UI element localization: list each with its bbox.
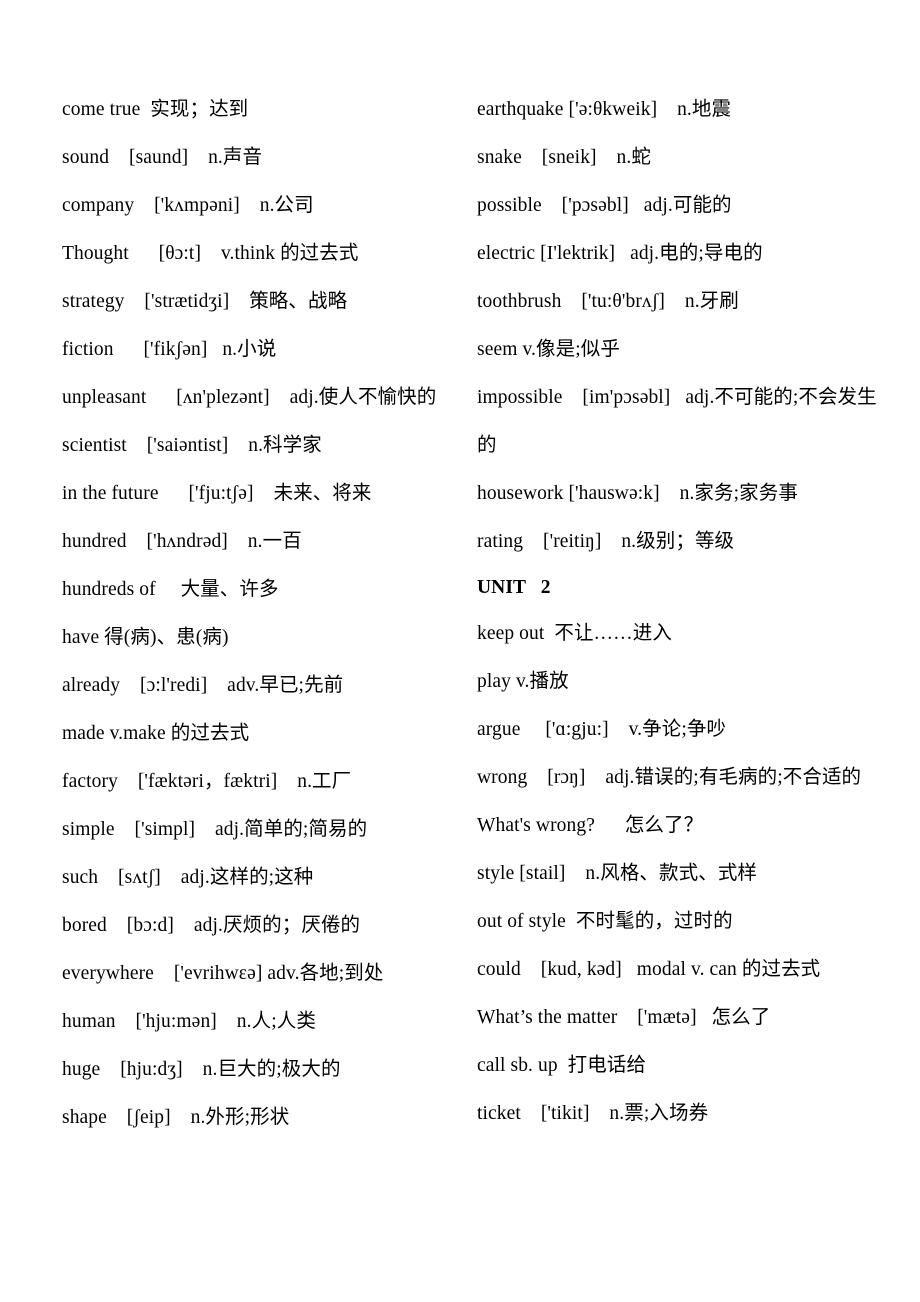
vocabulary-entry: bored [bɔ:d] adj.厌烦的；厌倦的: [62, 915, 361, 936]
vocabulary-entry: shape [ʃeip] n.外形;形状: [62, 1107, 290, 1128]
vocabulary-entry: everywhere ['evrihwɛə] adv.各地;到处: [62, 963, 384, 984]
vocabulary-entry: impossible [im'pɔsəbl] adj.不可能的;不会发生的: [477, 387, 877, 456]
vocabulary-entry: company ['kʌmpəni] n.公司: [62, 195, 314, 216]
two-column-layout: come true 实现；达到 sound [saund] n.声音 compa…: [62, 86, 896, 1142]
vocabulary-entry: simple ['simpl] adj.简单的;简易的: [62, 819, 368, 840]
left-column: come true 实现；达到 sound [saund] n.声音 compa…: [62, 86, 477, 1142]
unit-heading: UNIT 2: [477, 577, 551, 598]
vocabulary-entry: sound [saund] n.声音: [62, 147, 263, 168]
vocabulary-entry: in the future ['fju:tʃə] 未来、将来: [62, 483, 372, 504]
vocabulary-entry: play v.播放: [477, 671, 569, 692]
vocabulary-entry: argue ['ɑ:gju:] v.争论;争吵: [477, 719, 727, 740]
vocabulary-entry: ticket ['tikit] n.票;入场券: [477, 1103, 709, 1124]
vocabulary-entry: factory ['fæktəri，fæktri] n.工厂: [62, 771, 352, 792]
vocabulary-entry: toothbrush ['tu:θ'brʌʃ] n.牙刷: [477, 291, 739, 312]
vocabulary-entry: Thought [θɔ:t] v.think 的过去式: [62, 243, 359, 264]
vocabulary-entry: hundred ['hʌndrəd] n.一百: [62, 531, 302, 552]
vocabulary-entry: What's wrong? 怎么了？: [477, 815, 704, 836]
document-page: come true 实现；达到 sound [saund] n.声音 compa…: [0, 0, 920, 1302]
vocabulary-entry: human ['hju:mən] n.人;人类: [62, 1011, 316, 1032]
vocabulary-entry: fiction ['fikʃən] n.小说: [62, 339, 277, 360]
vocabulary-entry: electric [I'lektrik] adj.电的;导电的: [477, 243, 763, 264]
vocabulary-entry: What’s the matter ['mætə] 怎么了: [477, 1007, 771, 1028]
vocabulary-entry: already [ɔ:l'redi] adv.早已;先前: [62, 675, 344, 696]
vocabulary-entry: have 得(病)、患(病): [62, 627, 229, 648]
vocabulary-entry: out of style 不时髦的，过时的: [477, 911, 733, 932]
vocabulary-entry: seem v.像是;似乎: [477, 339, 620, 360]
vocabulary-entry: come true 实现；达到: [62, 99, 249, 120]
vocabulary-entry: strategy ['strætidʒi] 策略、战略: [62, 291, 348, 312]
vocabulary-entry: call sb. up 打电话给: [477, 1055, 647, 1076]
vocabulary-entry: such [sʌtʃ] adj.这样的;这种: [62, 867, 314, 888]
vocabulary-entry: made v.make 的过去式: [62, 723, 250, 744]
vocabulary-entry: unpleasant [ʌn'plezənt] adj.使人不愉快的: [62, 387, 437, 408]
vocabulary-entry: could [kud, kəd] modal v. can 的过去式: [477, 959, 821, 980]
vocabulary-entry: wrong [rɔŋ] adj.错误的;有毛病的;不合适的: [477, 767, 862, 788]
vocabulary-entry: hundreds of 大量、许多: [62, 579, 279, 600]
vocabulary-entry: keep out 不让……进入: [477, 623, 672, 644]
vocabulary-entry: possible ['pɔsəbl] adj.可能的: [477, 195, 732, 216]
vocabulary-entry: scientist ['saiəntist] n.科学家: [62, 435, 322, 456]
vocabulary-entry: snake [sneik] n.蛇: [477, 147, 651, 168]
vocabulary-entry: earthquake ['ə:θkweik] n.地震: [477, 99, 732, 120]
vocabulary-entry: huge [hju:dʒ] n.巨大的;极大的: [62, 1059, 341, 1080]
vocabulary-entry: style [stail] n.风格、款式、式样: [477, 863, 758, 884]
vocabulary-entry: rating ['reitiŋ] n.级别；等级: [477, 531, 735, 552]
vocabulary-entry: housework ['hauswə:k] n.家务;家务事: [477, 483, 798, 504]
right-column: earthquake ['ə:θkweik] n.地震 snake [sneik…: [477, 86, 896, 1138]
